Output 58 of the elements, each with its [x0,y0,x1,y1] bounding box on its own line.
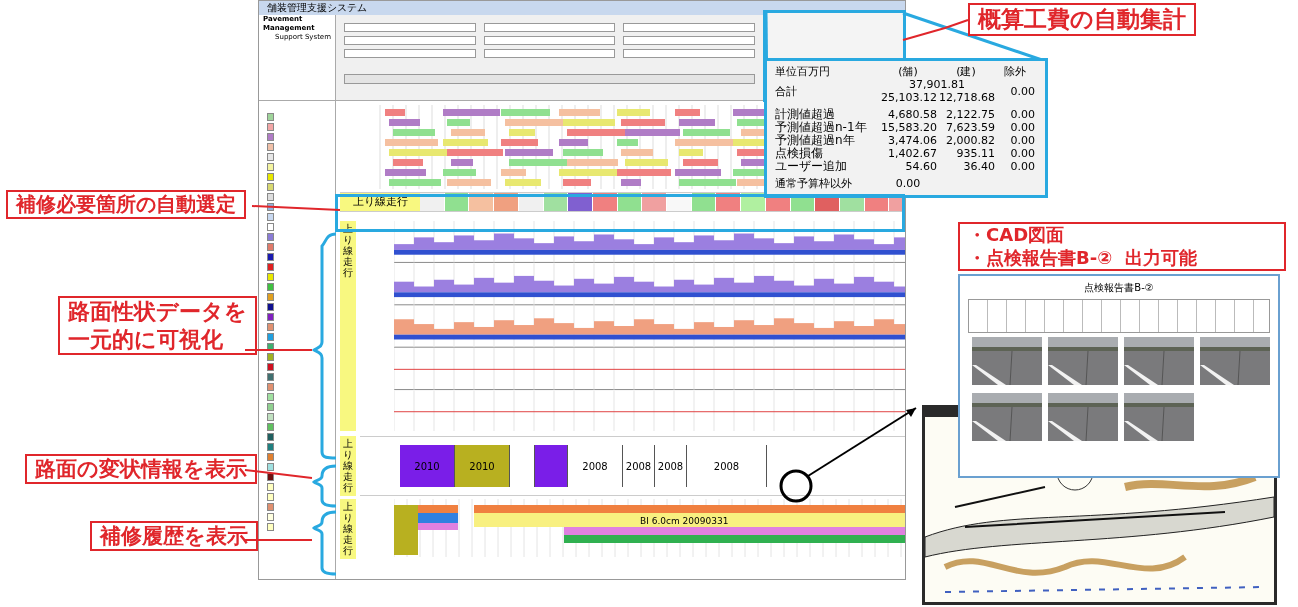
input-field[interactable] [344,36,476,45]
dropdown-field[interactable] [483,23,616,32]
column-header: 除外 [1003,65,1027,78]
row-label: ユーザー追加 [775,160,848,173]
table-cell-text: 2,122.75 [945,108,995,121]
table-cell-text: 12,718.68 [938,91,995,104]
callout-text: 補修必要箇所の自動選定 [16,192,236,217]
input-field[interactable] [483,49,616,58]
table-cell-text: 0.00 [1009,160,1035,173]
callout-text: ・点検報告書B-② 出力可能 [968,246,1198,269]
deformation-block: 2010 [455,445,510,487]
deformation-block: 2008 [623,445,655,487]
column-header: 単位百万円 [775,65,831,78]
column-header: (建) [955,65,977,78]
callout-text: 路面の変状情報を表示 [35,456,247,483]
column-header: (舗) [897,65,919,78]
table-cell-text: 0.00 [894,177,922,190]
lane-label: 上り線走行 [340,436,356,496]
input-field[interactable] [483,36,616,45]
row-label: 予測値超過n年 [775,134,856,147]
row-label: 通常予算枠以外 [775,177,853,190]
table-cell-text: 0.00 [1009,134,1035,147]
dropdown-field[interactable] [623,23,755,32]
table-cell-text: 3,474.06 [887,134,937,147]
lane-label: 上り線走行 [340,499,356,559]
report-title: 点検報告書B-② [1083,281,1155,295]
input-field[interactable] [623,49,755,58]
input-field[interactable] [623,36,755,45]
input-field[interactable] [344,49,476,58]
table-cell-text: 54.60 [904,160,937,173]
table-cell-text: 1,402.67 [887,147,937,160]
deformation-block: 2010 [400,445,455,487]
dropdown-field[interactable] [344,23,476,32]
table-cell-text: 0.00 [1009,121,1035,134]
table-cell-text: 0.00 [1009,147,1035,160]
table-cell-text: 0.00 [1009,108,1035,121]
callout-text: 一元的に可視化 [68,325,224,353]
repair-label: BI 6.0cm 20090331 [640,515,729,528]
table-cell-text: 0.00 [1009,84,1035,98]
table-cell-text: 2,000.82 [945,134,995,147]
row-label: 計測値超過 [775,108,836,121]
table-cell-text: 7,623.59 [945,121,995,134]
row-label: 合計 [775,84,798,98]
run-button[interactable] [344,74,755,84]
callout-text: 路面性状データを [68,298,247,326]
table-cell-text: 37,901.81 [908,78,966,91]
callout-text: 概算工費の自動集計 [978,5,1186,34]
table-cell-text: 36.40 [962,160,995,173]
title-bar: 舗装管理支援システム [259,1,905,15]
table-cell-text: 4,680.58 [887,108,937,121]
callout-text: 補修履歴を表示 [100,523,248,550]
row-label: 点検損傷 [775,147,824,160]
row-label: 予測値超過n-1年 [775,121,868,134]
callout-text: ・CAD図面 [968,224,1066,247]
table-cell-text: 15,583.20 [880,121,937,134]
table-cell-text: 935.11 [955,147,995,160]
deformation-block: 2008 [655,445,687,487]
table-cell-text: 25,103.12 [880,91,937,104]
